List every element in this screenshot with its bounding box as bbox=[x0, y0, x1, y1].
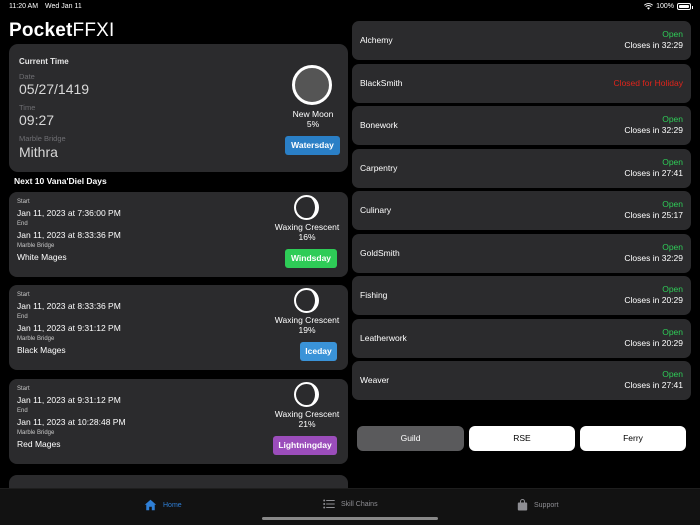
rse-segment-button[interactable]: RSE bbox=[469, 426, 575, 451]
guild-name: Bonework bbox=[360, 120, 398, 130]
guild-name: Leatherwork bbox=[360, 332, 407, 343]
waxing-crescent-icon bbox=[294, 382, 319, 407]
end-label: End bbox=[17, 314, 28, 320]
guild-row-leatherwork[interactable]: Leatherwork Open Closes in 20:29 bbox=[352, 318, 691, 358]
guild-row-goldsmith[interactable]: GoldSmith Open Closes in 32:29 bbox=[352, 233, 691, 273]
guild-status: Open bbox=[662, 284, 683, 294]
guild-row-blacksmith[interactable]: BlackSmith Closed for Holiday bbox=[352, 63, 691, 103]
home-indicator bbox=[262, 517, 438, 520]
guild-closes-in: Closes in 32:29 bbox=[624, 125, 683, 135]
status-date: Wed Jan 11 bbox=[45, 3, 82, 10]
guild-status: Open bbox=[662, 326, 683, 337]
bridge-label: Marble Bridge bbox=[17, 243, 55, 249]
guild-status: Open bbox=[662, 369, 683, 379]
guild-status: Closed for Holiday bbox=[613, 77, 683, 88]
end-value: Jan 11, 2023 at 8:33:36 PM bbox=[17, 230, 121, 240]
house-icon bbox=[144, 499, 157, 511]
start-value: Jan 11, 2023 at 8:33:36 PM bbox=[17, 301, 121, 311]
guild-row-bonework[interactable]: Bonework Open Closes in 32:29 bbox=[352, 106, 691, 145]
guild-row-fishing[interactable]: Fishing Open Closes in 20:29 bbox=[352, 276, 691, 315]
guild-row-carpentry[interactable]: Carpentry Open Closes in 27:41 bbox=[352, 148, 691, 188]
end-label: End bbox=[17, 221, 28, 227]
tab-home-label: Home bbox=[163, 501, 182, 509]
guild-name: Weaver bbox=[360, 375, 390, 385]
day-card: Start Jan 11, 2023 at 7:36:00 PM End Jan 11… bbox=[9, 192, 348, 277]
start-value: Jan 11, 2023 at 7:36:00 PM bbox=[17, 208, 121, 218]
moon-phase: Waxing Crescent 19% bbox=[274, 315, 340, 335]
guild-row-alchemy[interactable]: Alchemy Open Closes in 32:29 bbox=[352, 21, 691, 60]
guild-closes-in: Closes in 20:29 bbox=[624, 295, 683, 305]
day-badge: Lightningday bbox=[273, 436, 337, 455]
guild-name: Culinary bbox=[360, 205, 392, 215]
day-card: Start Jan 11, 2023 at 9:31:12 PM End Jan 11… bbox=[9, 379, 348, 464]
time-label: Time bbox=[19, 103, 36, 112]
guild-name: GoldSmith bbox=[360, 247, 400, 258]
guild-closes-in: Closes in 27:41 bbox=[624, 167, 683, 178]
bridge-value: Black Mages bbox=[17, 345, 66, 355]
bridge-label: Marble Bridge bbox=[17, 430, 55, 436]
tab-home[interactable]: Home bbox=[144, 499, 182, 511]
new-moon-icon bbox=[292, 65, 332, 105]
start-label: Start bbox=[17, 386, 30, 392]
list-icon bbox=[323, 499, 335, 509]
guild-segment-button[interactable]: Guild bbox=[357, 426, 464, 451]
guild-row-weaver[interactable]: Weaver Open Closes in 27:41 bbox=[352, 361, 691, 400]
bridge-label: Marble Bridge bbox=[17, 336, 55, 342]
bag-icon bbox=[517, 499, 528, 511]
bridge-label: Marble Bridge bbox=[19, 134, 66, 143]
tab-skill-chains-label: Skill Chains bbox=[341, 500, 378, 508]
guild-status: Open bbox=[662, 29, 683, 39]
guild-name: BlackSmith bbox=[360, 77, 403, 88]
moon-phase: New Moon 5% bbox=[292, 109, 334, 129]
battery-icon bbox=[677, 3, 693, 10]
guild-closes-in: Closes in 20:29 bbox=[624, 337, 683, 348]
guild-status: Open bbox=[662, 199, 683, 209]
app-title: PocketFFXI bbox=[9, 20, 115, 41]
date-value: 05/27/1419 bbox=[19, 81, 90, 97]
tab-support[interactable]: Support bbox=[517, 499, 559, 511]
tab-support-label: Support bbox=[534, 501, 559, 509]
bridge-value: Mithra bbox=[19, 144, 58, 160]
date-label: Date bbox=[19, 72, 35, 81]
guild-closes-in: Closes in 32:29 bbox=[624, 252, 683, 263]
guild-name: Alchemy bbox=[360, 35, 393, 45]
current-time-card: Current Time Date 05/27/1419 Time 09:27 … bbox=[9, 44, 348, 172]
status-time: 11:20 AM bbox=[9, 3, 39, 10]
current-time-title: Current Time bbox=[19, 57, 69, 66]
day-badge: Iceday bbox=[300, 342, 337, 361]
bridge-value: Red Mages bbox=[17, 439, 61, 449]
wifi-icon bbox=[644, 3, 654, 10]
day-card-peek bbox=[9, 475, 348, 489]
status-bar: 11:20 AM Wed Jan 11 100% bbox=[0, 0, 700, 14]
moon-phase: Waxing Crescent 21% bbox=[274, 409, 340, 429]
waxing-crescent-icon bbox=[294, 195, 319, 220]
day-badge: Windsday bbox=[285, 249, 337, 268]
guild-status: Open bbox=[662, 156, 683, 167]
battery-percent: 100% bbox=[656, 3, 674, 10]
time-value: 09:27 bbox=[19, 112, 55, 128]
end-label: End bbox=[17, 408, 28, 414]
bridge-value: White Mages bbox=[17, 252, 67, 262]
end-value: Jan 11, 2023 at 10:28:48 PM bbox=[17, 417, 126, 427]
waxing-crescent-icon bbox=[294, 288, 319, 313]
start-label: Start bbox=[17, 199, 30, 205]
moon-phase: Waxing Crescent 16% bbox=[274, 222, 340, 242]
guild-row-culinary[interactable]: Culinary Open Closes in 25:17 bbox=[352, 191, 691, 230]
next-days-heading: Next 10 Vana'Diel Days bbox=[14, 176, 107, 186]
start-label: Start bbox=[17, 292, 30, 298]
end-value: Jan 11, 2023 at 9:31:12 PM bbox=[17, 323, 121, 333]
guild-status: Open bbox=[662, 241, 683, 252]
guild-status: Open bbox=[662, 114, 683, 124]
guild-closes-in: Closes in 32:29 bbox=[624, 40, 683, 50]
guild-name: Carpentry bbox=[360, 162, 398, 173]
guild-closes-in: Closes in 25:17 bbox=[624, 210, 683, 220]
start-value: Jan 11, 2023 at 9:31:12 PM bbox=[17, 395, 121, 405]
tab-skill-chains[interactable]: Skill Chains bbox=[323, 499, 378, 509]
day-card: Start Jan 11, 2023 at 8:33:36 PM End Jan 11… bbox=[9, 285, 348, 370]
guild-closes-in: Closes in 27:41 bbox=[624, 380, 683, 390]
ferry-segment-button[interactable]: Ferry bbox=[580, 426, 686, 451]
current-day-badge: Watersday bbox=[285, 136, 340, 155]
guild-name: Fishing bbox=[360, 290, 388, 300]
